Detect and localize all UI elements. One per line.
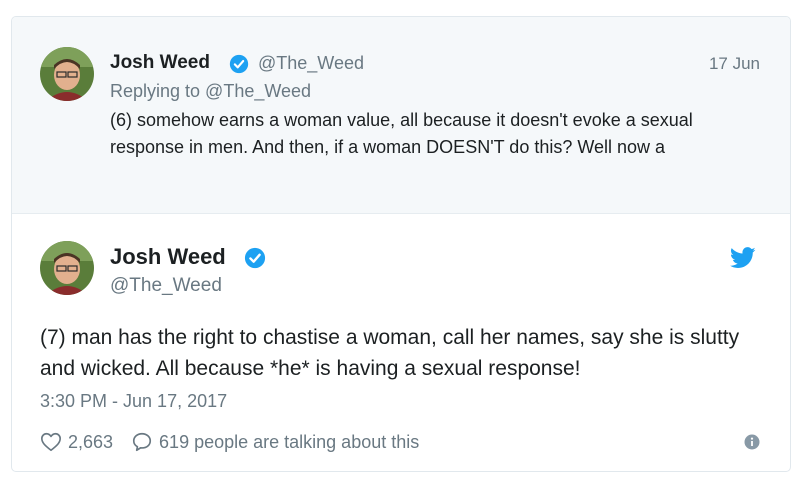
heart-icon[interactable] — [40, 431, 62, 453]
author-name[interactable]: Josh Weed — [110, 52, 210, 74]
talking-count[interactable]: 619 people are talking about this — [159, 432, 419, 453]
info-icon[interactable] — [744, 434, 760, 450]
verified-badge-icon — [244, 247, 266, 269]
author-handle[interactable]: @The_Weed — [258, 53, 364, 74]
avatar[interactable] — [40, 241, 94, 295]
tweet-actions: 2,663 619 people are talking about this — [40, 429, 419, 455]
tweet-timestamp[interactable]: 3:30 PM - Jun 17, 2017 — [40, 391, 227, 412]
like-count[interactable]: 2,663 — [68, 432, 113, 453]
embedded-tweet-card: Josh Weed @The_Weed 17 Jun Replying to @… — [11, 16, 791, 472]
tweet-text: (7) man has the right to chastise a woma… — [40, 326, 740, 380]
reply-bubble-icon[interactable] — [131, 431, 153, 453]
avatar[interactable] — [40, 47, 94, 101]
parent-tweet[interactable]: Josh Weed @The_Weed 17 Jun Replying to @… — [12, 17, 790, 214]
tweet-text: (6) somehow earns a woman value, all bec… — [110, 110, 693, 157]
author-handle[interactable]: @The_Weed — [110, 275, 222, 297]
twitter-bird-icon[interactable] — [730, 247, 756, 269]
verified-badge-icon — [229, 54, 249, 74]
author-name[interactable]: Josh Weed — [110, 244, 226, 270]
replying-to-label[interactable]: Replying to @The_Weed — [110, 81, 311, 102]
tweet-date[interactable]: 17 Jun — [709, 54, 760, 74]
